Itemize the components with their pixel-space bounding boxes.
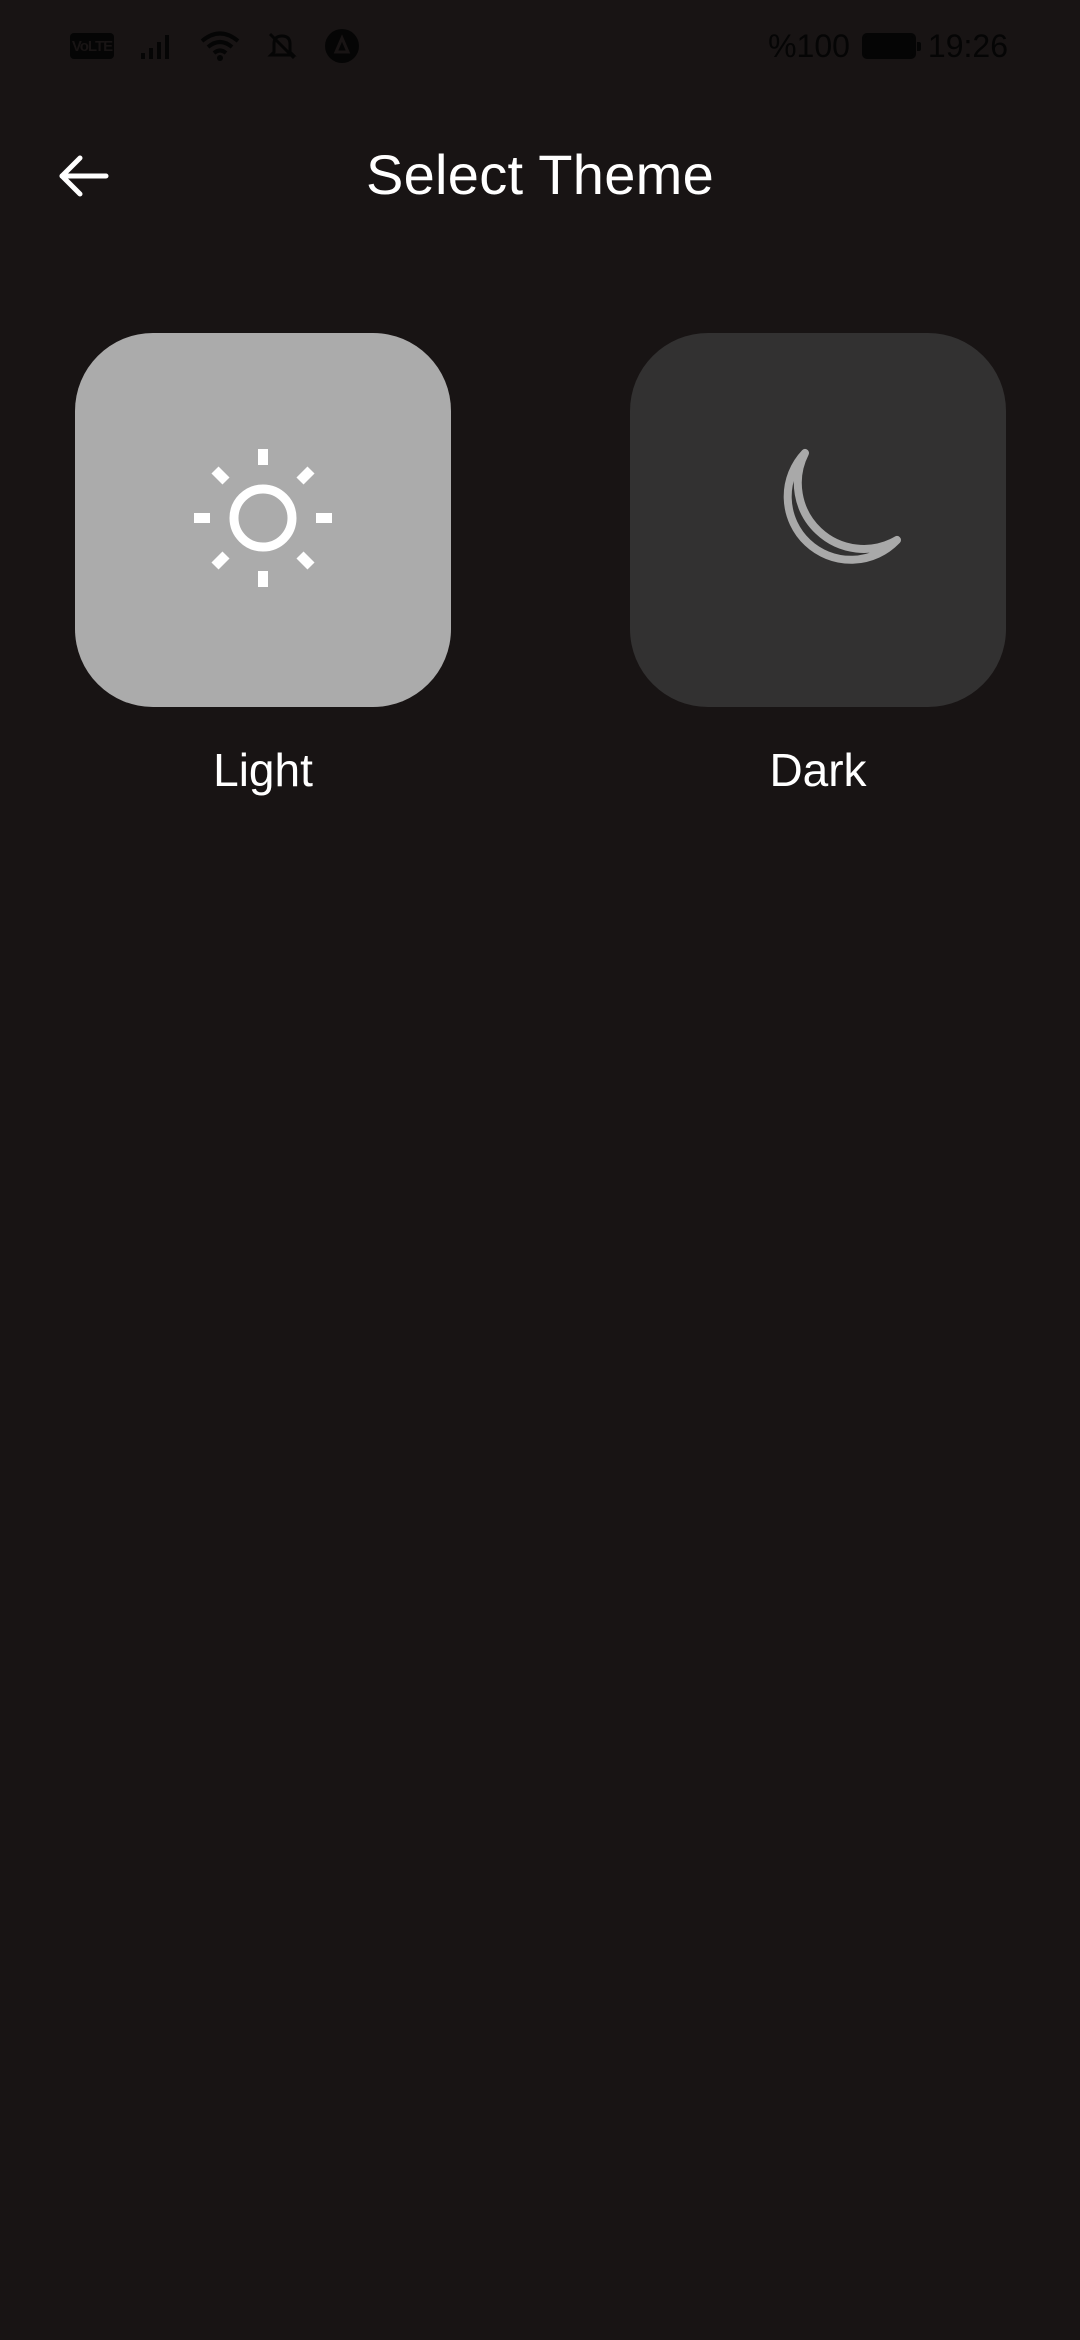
status-icons-left: VoLTE (70, 24, 360, 68)
clock: 19:26 (927, 27, 1008, 64)
bell-off-icon (266, 30, 298, 62)
app-notification-icon (324, 28, 360, 64)
battery-icon (861, 33, 921, 59)
theme-tile-light[interactable] (75, 333, 451, 707)
theme-tile-dark[interactable] (630, 333, 1006, 707)
theme-label-dark: Dark (769, 744, 867, 796)
status-icons-right: %100 19:26 (768, 24, 1008, 68)
signal-icon (140, 31, 174, 61)
theme-option-light[interactable]: Light (75, 333, 451, 797)
volte-icon: VoLTE (70, 33, 114, 59)
header: Select Theme (0, 120, 1080, 232)
battery-percent: %100 (768, 27, 850, 64)
volte-label: VoLTE (71, 37, 113, 55)
page-title: Select Theme (365, 143, 715, 206)
moon-icon (733, 433, 903, 608)
theme-label-light: Light (213, 744, 313, 796)
status-bar: VoLTE %100 19:26 (0, 0, 1080, 92)
sun-icon (188, 443, 338, 598)
wifi-icon (200, 30, 240, 62)
theme-option-dark[interactable]: Dark (630, 333, 1006, 797)
